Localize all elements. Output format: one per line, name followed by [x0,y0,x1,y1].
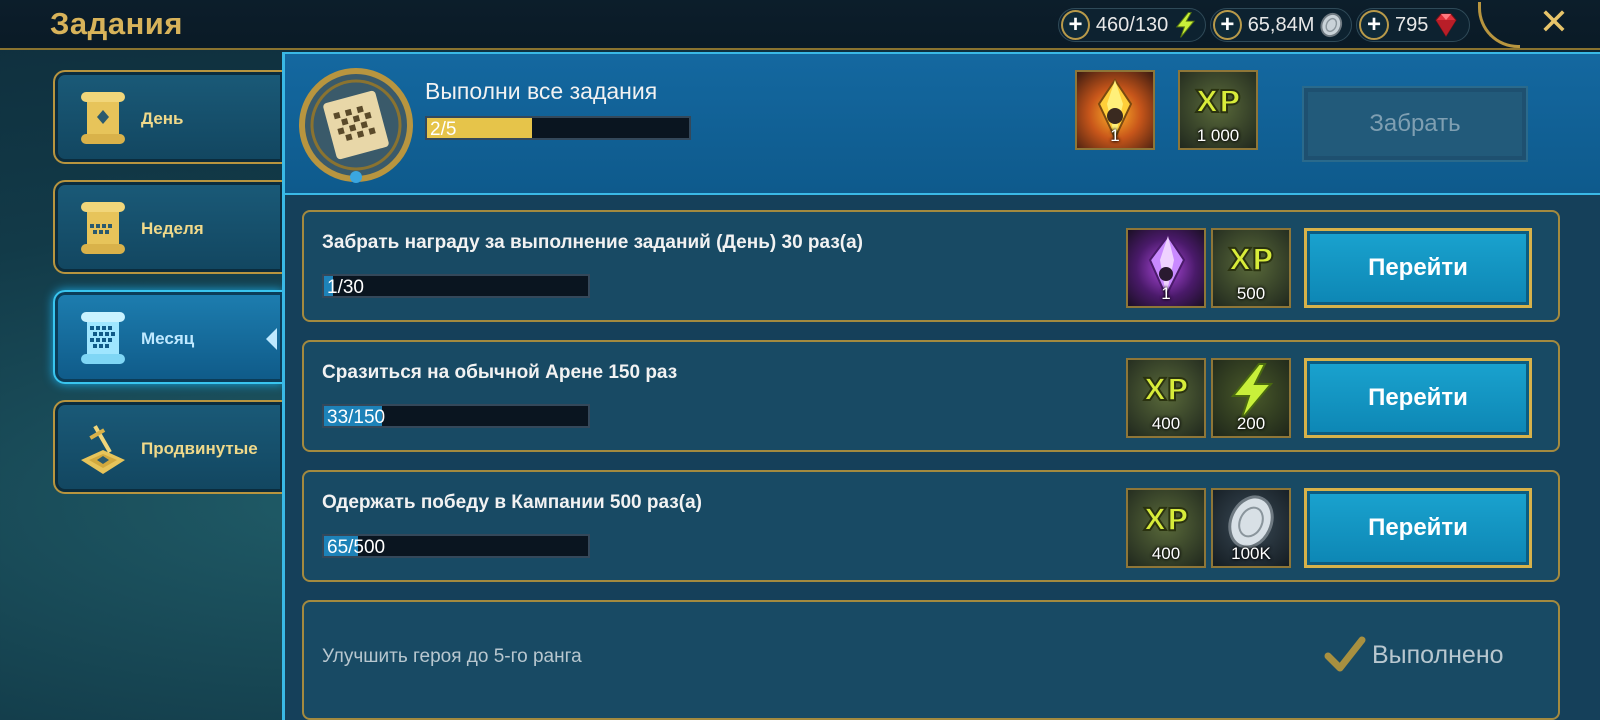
sidebar-item-week[interactable]: Неделя [53,180,283,274]
progress-text: 2/5 [430,119,457,140]
collect-button[interactable]: Забрать [1302,86,1528,162]
reward-count: 400 [1151,414,1181,433]
corner-ornament [1478,2,1520,48]
quest-title: Одержать победу в Кампании 500 раз(а) [322,492,702,513]
active-indicator-icon [266,328,277,350]
scroll-medal-icon [299,68,413,183]
sidebar-item-label: Продвинутые [141,439,258,458]
ruby-gem-icon [1435,13,1457,37]
all-quests-summary: Выполни все задания 2/5 1 XP 1 000 Забра… [285,52,1600,195]
quest-title: Сразиться на обычной Арене 150 раз [322,362,678,383]
xp-label: XP [1228,243,1273,278]
quest-title: Забрать награду за выполнение заданий (Д… [322,232,863,253]
gem-value: 795 [1395,13,1429,36]
top-bar: Задания + 460/130 + 65,84M + 795 ✕ [0,0,1600,50]
status-text: Выполнено [1372,640,1504,669]
reward-xp[interactable]: XP 400 [1126,488,1206,568]
reward-count: 1 [1161,284,1171,303]
gem-currency[interactable]: + 795 [1356,8,1470,42]
reward-count: 500 [1236,284,1266,303]
xp-icon: XP [1227,242,1274,279]
energy-icon [1230,363,1274,421]
progress-text: 65/500 [327,537,386,558]
reward-void-shard[interactable]: 1 [1126,228,1206,308]
scroll-month-icon [81,312,125,364]
go-button[interactable]: Перейти [1304,488,1532,568]
checkmark-icon [1324,636,1366,672]
sidebar-item-label: Месяц [141,329,195,348]
sidebar-item-advanced[interactable]: Продвинутые [53,400,283,494]
scroll-week-icon [81,202,125,254]
quest-progress-bar: 65/500 [322,534,590,558]
xp-icon: XP [1142,372,1189,409]
reward-xp[interactable]: XP 1 000 [1178,70,1258,150]
quest-title: Улучшить героя до 5-го ранга [322,646,582,667]
sidebar-item-label: Неделя [141,219,204,238]
close-icon[interactable]: ✕ [1534,2,1574,42]
silver-currency[interactable]: + 65,84M [1210,8,1352,42]
xp-label: XP [1195,85,1240,120]
go-button[interactable]: Перейти [1304,358,1532,438]
xp-label: XP [1143,503,1188,538]
add-silver-button[interactable]: + [1213,10,1242,40]
progress-text: 1/30 [327,277,364,298]
reward-xp[interactable]: XP 500 [1211,228,1291,308]
completed-status: Выполнено [1324,636,1504,674]
quest-row-completed: Улучшить героя до 5-го ранга Выполнено [302,600,1560,720]
progress-text: 33/150 [327,407,386,428]
reward-xp[interactable]: XP 400 [1126,358,1206,438]
add-gems-button[interactable]: + [1359,10,1389,40]
scroll-day-icon [81,92,125,144]
xp-label: XP [1143,373,1188,408]
sidebar-item-day[interactable]: День [53,70,283,164]
reward-legendary-shard[interactable]: 1 [1075,70,1155,150]
quest-row: Сразиться на обычной Арене 150 раз 33/15… [302,340,1560,452]
summary-progress-bar: 2/5 [425,116,691,140]
quest-progress-bar: 33/150 [322,404,590,428]
energy-icon [1175,12,1196,38]
add-energy-button[interactable]: + [1061,10,1090,40]
energy-value: 460/130 [1095,13,1169,36]
reward-silver[interactable]: 100K [1211,488,1291,568]
reward-energy[interactable]: 200 [1211,358,1291,438]
energy-currency[interactable]: + 460/130 [1058,8,1206,42]
quest-row: Одержать победу в Кампании 500 раз(а) 65… [302,470,1560,582]
sword-map-icon [81,425,125,474]
quests-panel: Выполни все задания 2/5 1 XP 1 000 Забра… [282,52,1600,720]
reward-count: 1 [1110,126,1120,145]
quest-progress-bar: 1/30 [322,274,590,298]
go-button[interactable]: Перейти [1304,228,1532,308]
sidebar-item-month[interactable]: Месяц [53,290,283,384]
silver-value: 65,84M [1247,13,1315,36]
xp-icon: XP [1142,502,1189,539]
xp-icon: XP [1194,84,1241,121]
silver-coin-icon [1320,12,1343,38]
sidebar-item-label: День [141,109,184,128]
quest-row: Забрать награду за выполнение заданий (Д… [302,210,1560,322]
reward-count: 100K [1231,544,1271,563]
summary-title: Выполни все задания [425,78,658,104]
reward-count: 400 [1151,544,1181,563]
reward-count: 1 000 [1196,126,1240,145]
page-title: Задания [50,6,183,41]
reward-count: 200 [1236,414,1266,433]
